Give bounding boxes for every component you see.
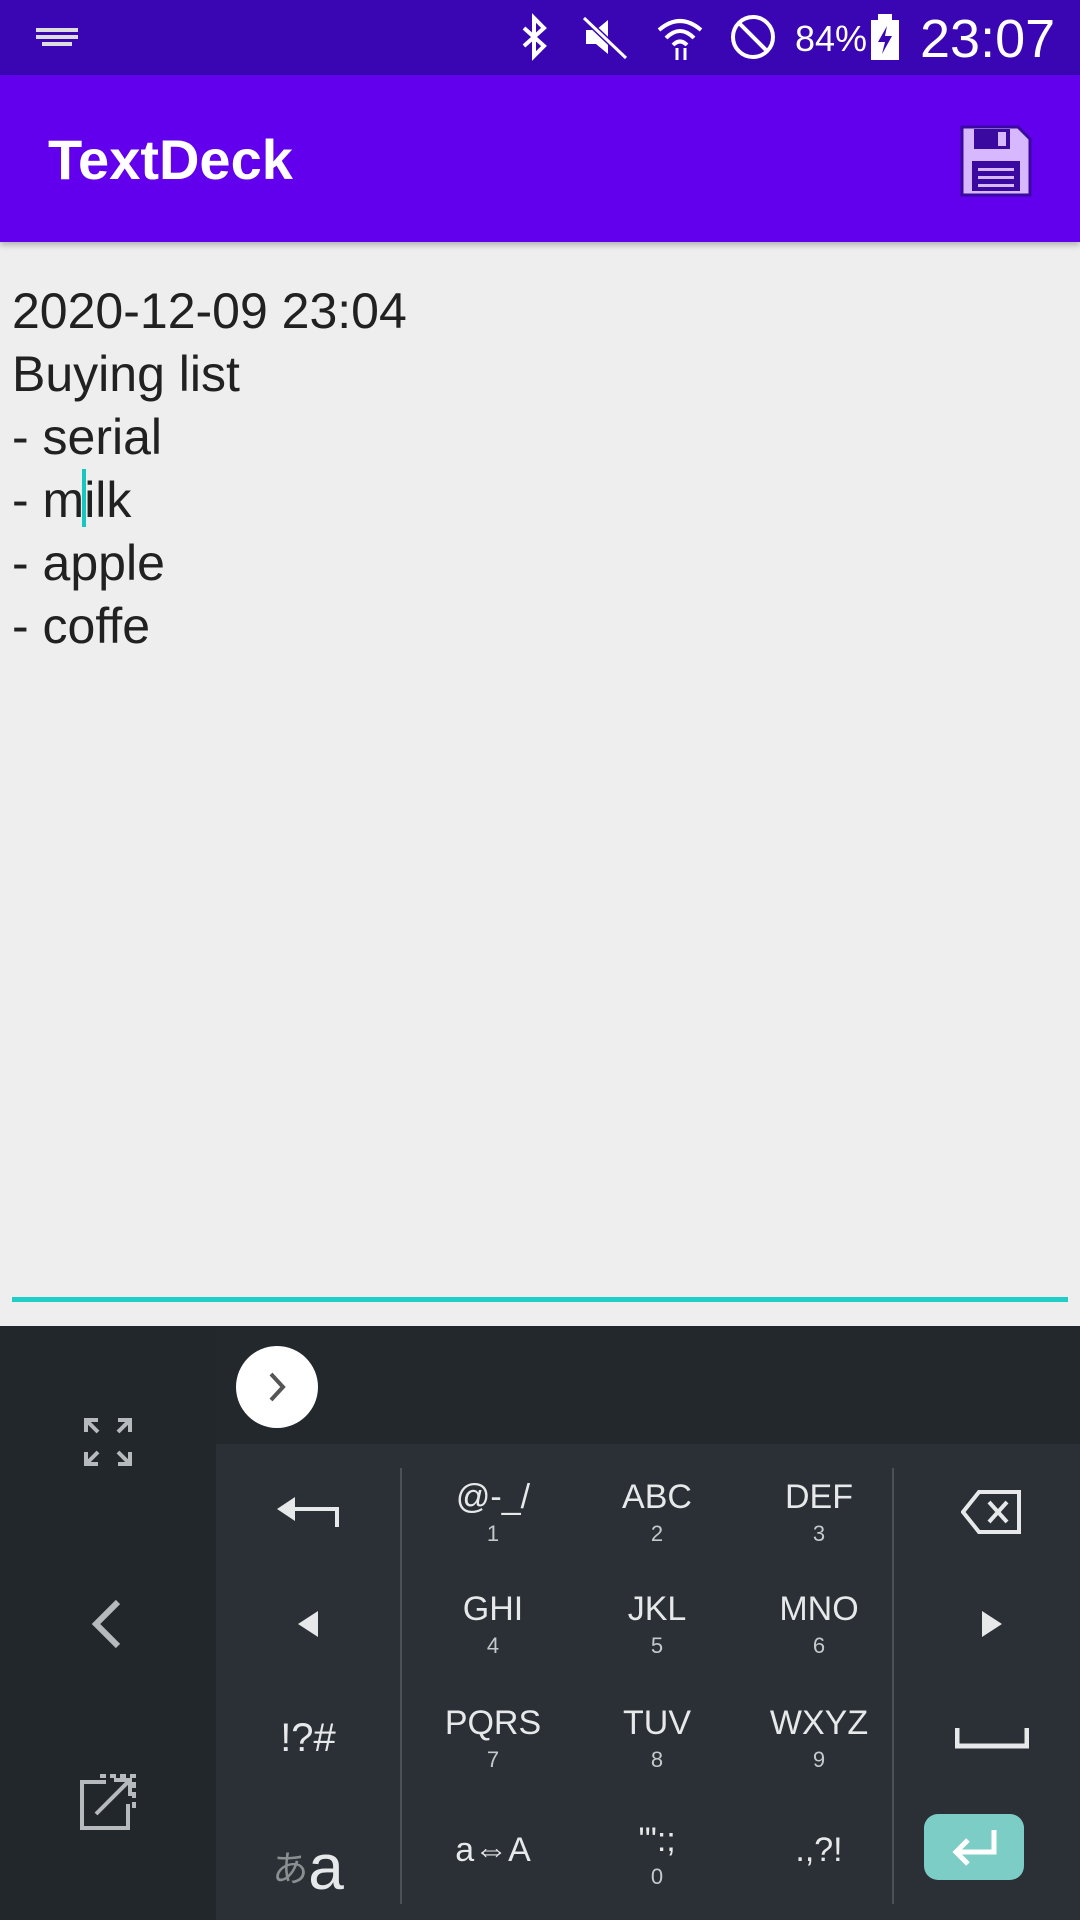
- key-6[interactable]: MNO 6: [744, 1574, 894, 1674]
- key-sublabel: 3: [812, 1520, 826, 1546]
- key-9[interactable]: WXYZ 9: [744, 1688, 894, 1788]
- cursor-right-key[interactable]: [912, 1574, 1072, 1674]
- key-label: .,?!: [795, 1830, 843, 1869]
- key-0[interactable]: '":; 0: [582, 1800, 732, 1910]
- app-title: TextDeck: [48, 128, 293, 191]
- kana-label: あ: [272, 1848, 309, 1889]
- key-3[interactable]: DEF 3: [744, 1462, 894, 1562]
- mute-icon: [581, 15, 629, 61]
- case-toggle-key[interactable]: a⇔A: [418, 1800, 568, 1900]
- editor-line: - serial: [12, 409, 163, 465]
- triangle-left-icon: [298, 1611, 318, 1637]
- editor-focus-underline: [12, 1297, 1068, 1302]
- key-1[interactable]: @-_/ 1: [418, 1462, 568, 1562]
- clock: 23:07: [920, 9, 1056, 69]
- space-key[interactable]: [912, 1688, 1072, 1788]
- keyboard-indicator-icon: [36, 28, 78, 46]
- key-label: TUV: [623, 1703, 691, 1742]
- key-sublabel: 6: [812, 1632, 826, 1658]
- key-label: DEF: [785, 1477, 853, 1516]
- key-sublabel: 2: [650, 1520, 664, 1546]
- popout-icon[interactable]: [78, 1772, 138, 1832]
- expand-suggestions-button[interactable]: [236, 1346, 318, 1428]
- enter-key[interactable]: [924, 1814, 1024, 1880]
- space-icon: [955, 1728, 1029, 1749]
- battery-percent: 84%: [795, 18, 868, 59]
- cursor-left-key[interactable]: [226, 1574, 390, 1674]
- do-not-disturb-icon: [731, 15, 775, 59]
- wifi-icon: [657, 19, 703, 60]
- undo-key[interactable]: [226, 1462, 390, 1562]
- bluetooth-icon: [522, 13, 547, 61]
- editor-line: Buying list: [12, 346, 240, 402]
- key-sublabel: 0: [650, 1863, 664, 1889]
- key-sublabel: 8: [650, 1746, 664, 1772]
- punctuation-key[interactable]: .,?!: [744, 1800, 894, 1900]
- key-8[interactable]: TUV 8: [582, 1688, 732, 1788]
- alpha-label: a: [308, 1831, 344, 1903]
- key-sublabel: 1: [486, 1520, 500, 1546]
- triangle-right-icon: [982, 1611, 1002, 1637]
- key-label: WXYZ: [769, 1703, 869, 1742]
- enter-arrow-icon: [952, 1830, 997, 1866]
- app-bar: TextDeck: [0, 75, 1080, 242]
- chevron-right-icon: [269, 1372, 286, 1402]
- key-sublabel: 4: [486, 1632, 500, 1658]
- key-2[interactable]: ABC 2: [582, 1462, 732, 1562]
- key-label: '":;: [638, 1820, 676, 1859]
- key-label: @-_/: [455, 1477, 531, 1516]
- editor-line: - apple: [12, 535, 165, 591]
- editor-line: - coffe: [12, 598, 151, 654]
- text-after-cursor: ilk: [84, 472, 132, 528]
- backspace-icon: [961, 1490, 1021, 1534]
- fullscreen-icon[interactable]: [82, 1416, 134, 1468]
- editor-line-with-cursor: - milk: [12, 469, 1068, 532]
- symbols-key-label: !?#: [280, 1715, 336, 1760]
- key-label: GHI: [462, 1589, 524, 1628]
- text-editor[interactable]: 2020-12-09 23:04 Buying list - serial - …: [12, 280, 1068, 658]
- key-label: MNO: [779, 1589, 859, 1628]
- status-bar: 84% 23:07: [0, 0, 1080, 75]
- key-sublabel: 9: [812, 1746, 826, 1772]
- undo-arrow-icon: [277, 1497, 339, 1527]
- key-label: ABC: [622, 1477, 692, 1516]
- key-7[interactable]: PQRS 7: [418, 1688, 568, 1788]
- key-4[interactable]: GHI 4: [418, 1574, 568, 1674]
- suggestion-bar: [216, 1326, 1080, 1444]
- editor-line: 2020-12-09 23:04: [12, 283, 407, 339]
- key-label: JKL: [627, 1589, 687, 1628]
- key-label: PQRS: [444, 1703, 542, 1742]
- keyboard-side-panel: [0, 1326, 216, 1920]
- key-5[interactable]: JKL 5: [582, 1574, 732, 1674]
- back-chevron-icon[interactable]: [88, 1598, 128, 1650]
- save-icon[interactable]: [958, 123, 1034, 199]
- battery-charging-icon: [871, 14, 899, 60]
- key-label: a⇔A: [455, 1830, 531, 1869]
- text-before-cursor: - m: [12, 472, 85, 528]
- keypad-divider: [400, 1468, 402, 1904]
- key-sublabel: 7: [486, 1746, 500, 1772]
- symbols-key[interactable]: !?#: [226, 1688, 390, 1788]
- input-mode-key[interactable]: あ a: [226, 1800, 390, 1910]
- backspace-key[interactable]: [912, 1462, 1072, 1562]
- soft-keyboard: !?# あ a @-_/ 1 ABC 2 DEF 3 GHI 4 JKL 5 M…: [0, 1326, 1080, 1920]
- key-sublabel: 5: [650, 1632, 664, 1658]
